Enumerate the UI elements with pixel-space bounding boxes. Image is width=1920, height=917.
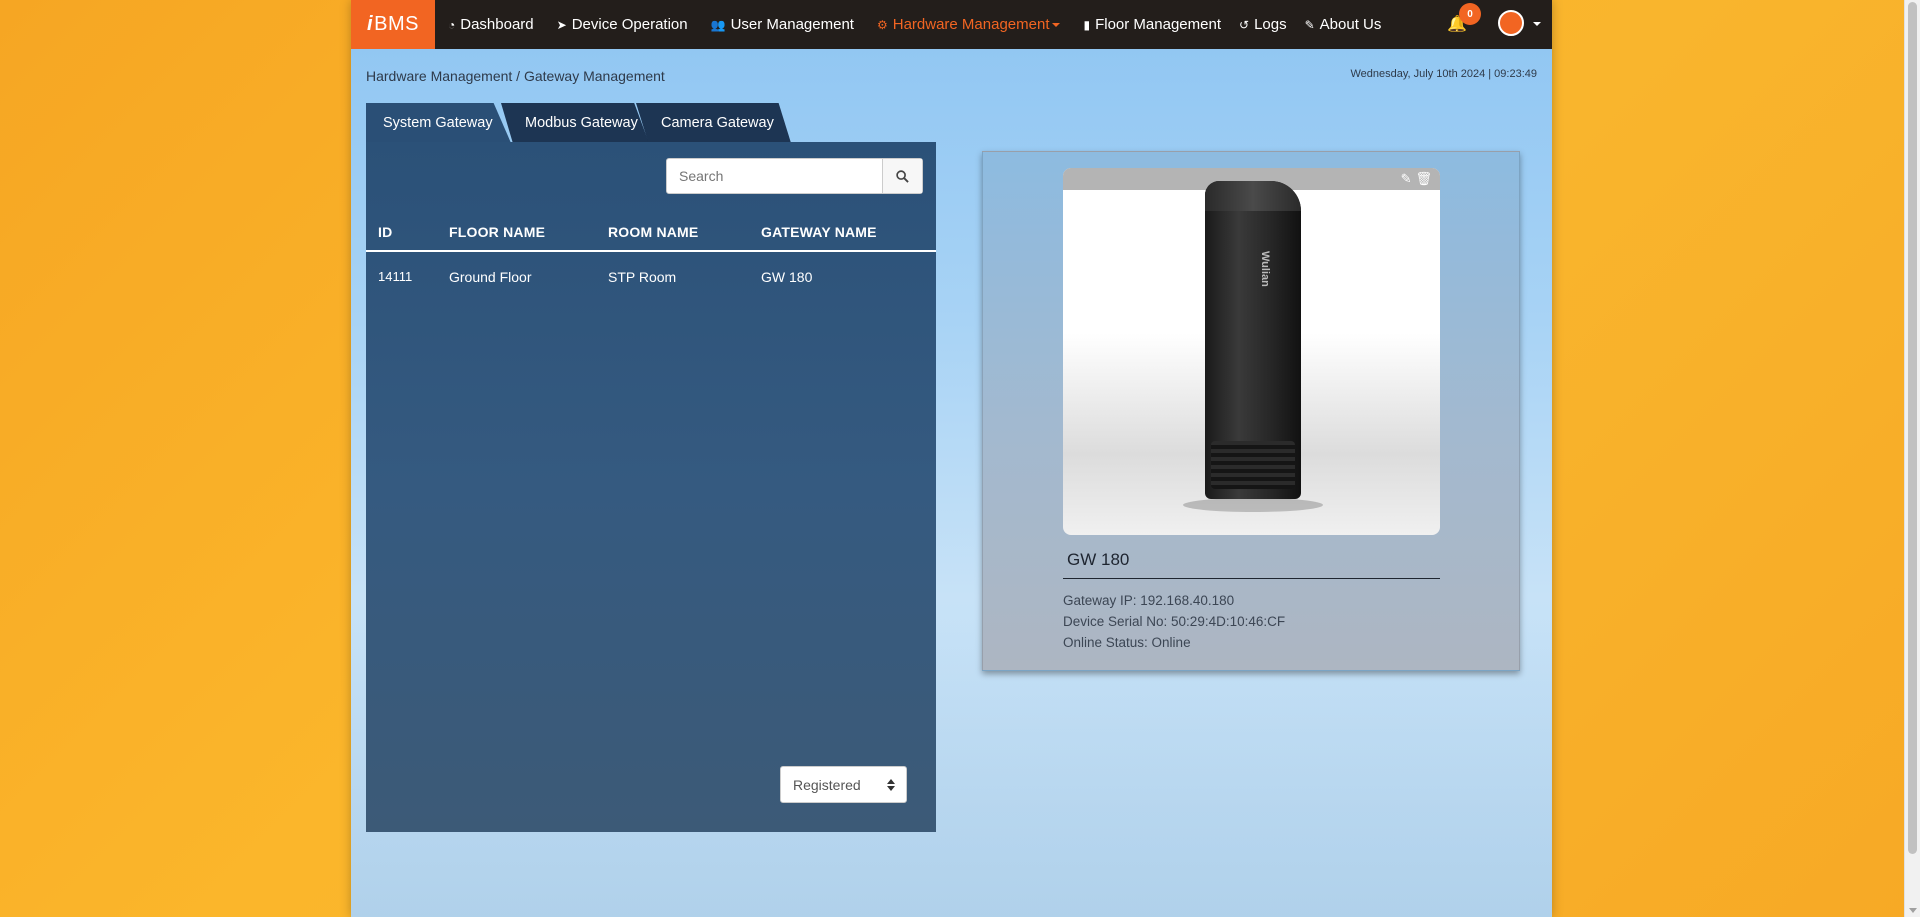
sort-arrows-icon bbox=[887, 779, 895, 791]
search-icon bbox=[896, 169, 909, 183]
nav-logs-label: Logs bbox=[1254, 16, 1287, 33]
device-logo: Wulian bbox=[1259, 251, 1271, 287]
avatar-chevron-down-icon[interactable] bbox=[1533, 22, 1541, 26]
gateway-image: ✎ 🗑 Wulian bbox=[1063, 168, 1440, 535]
device-top bbox=[1205, 181, 1301, 211]
edit-icon: ✎ bbox=[1304, 17, 1315, 32]
tab-system-gateway[interactable]: System Gateway bbox=[366, 103, 511, 143]
online-status: Online Status: Online bbox=[1063, 635, 1191, 650]
scrollbar-thumb[interactable] bbox=[1908, 2, 1917, 854]
cell-floor-name: Ground Floor bbox=[449, 269, 532, 285]
nav-dashboard[interactable]: ◔ Dashboard bbox=[435, 0, 544, 49]
cell-gateway-name: GW 180 bbox=[761, 269, 813, 285]
header-gateway-name[interactable]: GATEWAY NAME bbox=[761, 224, 877, 240]
image-actions: ✎ 🗑 bbox=[1401, 171, 1432, 187]
table-header: ID FLOOR NAME ROOM NAME GATEWAY NAME bbox=[366, 212, 936, 252]
nav-hardware-management-label: Hardware Management bbox=[892, 16, 1050, 33]
scroll-down-arrow[interactable] bbox=[1909, 908, 1917, 913]
datetime-display: Wednesday, July 10th 2024 | 09:23:49 bbox=[1350, 68, 1537, 80]
breadcrumb: Hardware Management / Gateway Management bbox=[366, 68, 665, 84]
trash-icon[interactable]: 🗑 bbox=[1415, 171, 1432, 187]
app-container: i BMS ◔ Dashboard ➤ Device Operation 👥 Us… bbox=[351, 0, 1552, 917]
gateway-name-title: GW 180 bbox=[1063, 550, 1440, 579]
building-icon: ▮ bbox=[1083, 17, 1091, 32]
gateway-device-picture: Wulian bbox=[1205, 181, 1301, 499]
search-button[interactable] bbox=[882, 159, 922, 193]
registration-filter-select[interactable]: Registered bbox=[780, 766, 907, 803]
nav-floor-management[interactable]: ▮ Floor Management bbox=[1070, 0, 1231, 49]
header-id[interactable]: ID bbox=[378, 224, 392, 240]
edit-icon[interactable]: ✎ bbox=[1401, 171, 1412, 187]
header-floor-name[interactable]: FLOOR NAME bbox=[449, 224, 545, 240]
avatar[interactable] bbox=[1498, 10, 1524, 36]
cell-id: 14111 bbox=[378, 269, 413, 284]
table-row[interactable]: 14111 Ground Floor STP Room GW 180 bbox=[366, 254, 936, 298]
cogs-icon: ⚙ bbox=[876, 17, 888, 32]
nav-floor-management-label: Floor Management bbox=[1095, 16, 1221, 33]
brand-i: i bbox=[367, 13, 374, 35]
nav-device-operation-label: Device Operation bbox=[571, 16, 688, 33]
search-input[interactable] bbox=[667, 159, 882, 193]
page-scrollbar[interactable] bbox=[1904, 0, 1920, 917]
nav-dashboard-label: Dashboard bbox=[460, 16, 534, 33]
tab-camera-gateway[interactable]: Camera Gateway bbox=[636, 103, 791, 143]
nav-user-management[interactable]: 👥 User Management bbox=[698, 0, 864, 49]
search-group bbox=[666, 158, 923, 194]
device-serial: Device Serial No: 50:29:4D:10:46:CF bbox=[1063, 614, 1286, 629]
gateway-ip: Gateway IP: 192.168.40.180 bbox=[1063, 593, 1235, 608]
nav-about-us-label: About Us bbox=[1319, 16, 1382, 33]
location-arrow-icon: ➤ bbox=[556, 17, 567, 32]
device-ribs bbox=[1211, 441, 1295, 489]
nav-user-management-label: User Management bbox=[730, 16, 854, 33]
nav-about-us[interactable]: ✎ About Us bbox=[1297, 0, 1392, 49]
gateway-detail-card: ✎ 🗑 Wulian GW 180 Gateway IP: 192.168.40… bbox=[982, 151, 1520, 671]
registration-filter-value: Registered bbox=[793, 776, 861, 793]
nav-logs[interactable]: ↺ Logs bbox=[1231, 0, 1297, 49]
tab-modbus-gateway[interactable]: Modbus Gateway bbox=[501, 103, 649, 143]
header-room-name[interactable]: ROOM NAME bbox=[608, 224, 698, 240]
top-navbar: i BMS ◔ Dashboard ➤ Device Operation 👥 Us… bbox=[351, 0, 1552, 49]
notification-badge: 0 bbox=[1459, 3, 1481, 25]
nav-device-operation[interactable]: ➤ Device Operation bbox=[544, 0, 698, 49]
tachometer-icon: ◔ bbox=[448, 17, 456, 32]
device-shadow bbox=[1183, 498, 1323, 512]
chevron-down-icon bbox=[1052, 22, 1061, 27]
gateway-list-panel: ID FLOOR NAME ROOM NAME GATEWAY NAME 141… bbox=[366, 142, 936, 832]
users-icon: 👥 bbox=[710, 17, 726, 32]
brand-text: BMS bbox=[374, 13, 419, 35]
nav-hardware-management[interactable]: ⚙ Hardware Management bbox=[864, 0, 1071, 49]
history-icon: ↺ bbox=[1239, 17, 1250, 32]
cell-room-name: STP Room bbox=[608, 269, 677, 285]
brand-logo[interactable]: i BMS bbox=[351, 0, 435, 49]
